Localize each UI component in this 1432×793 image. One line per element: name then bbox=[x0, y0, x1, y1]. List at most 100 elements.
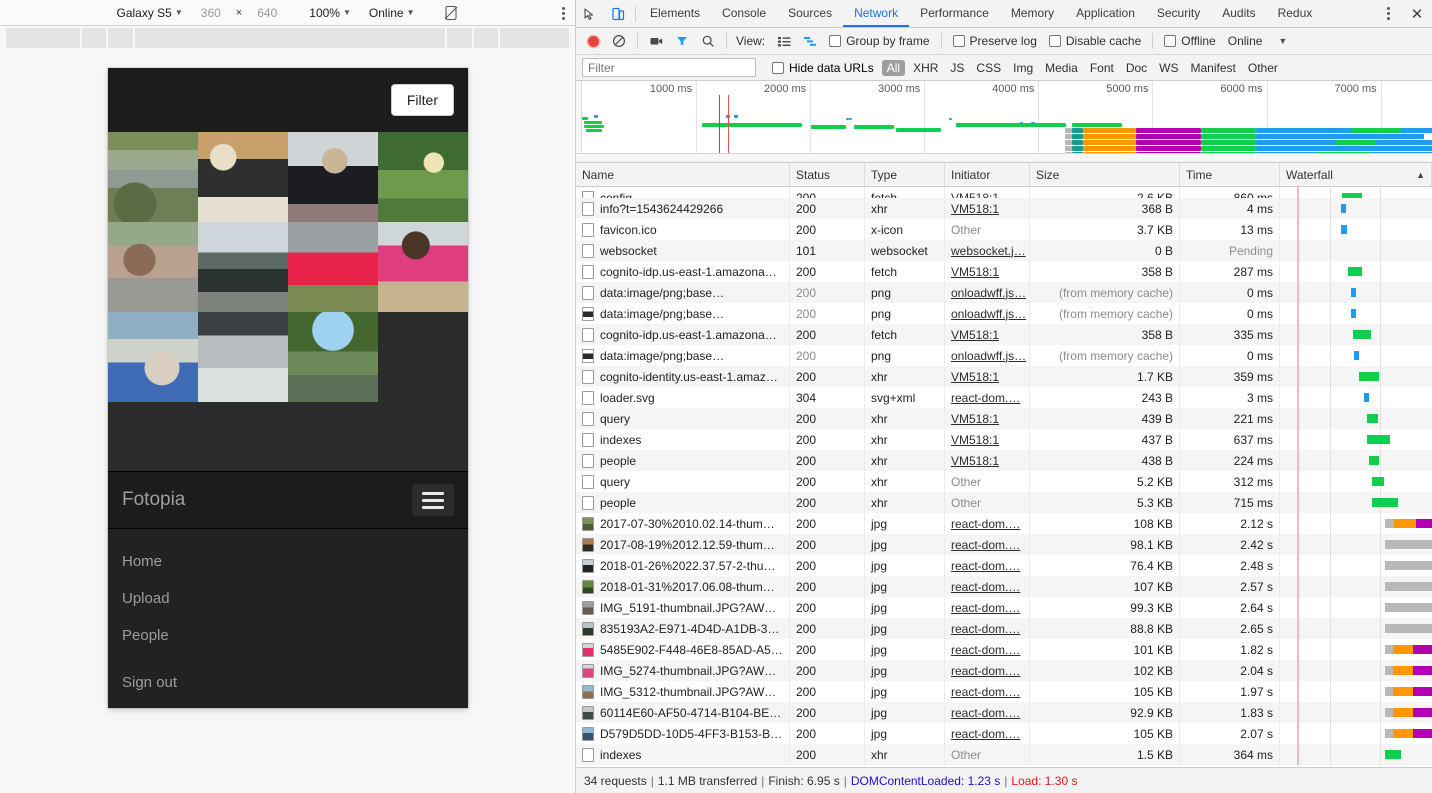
table-row[interactable]: query200xhrVM518:1439 B221 ms bbox=[576, 408, 1432, 429]
initiator-link[interactable]: react-dom.… bbox=[951, 727, 1020, 741]
nav-link-home[interactable]: Home bbox=[108, 543, 468, 580]
filter-type-js[interactable]: JS bbox=[944, 61, 970, 75]
disable-cache-checkbox[interactable]: Disable cache bbox=[1043, 34, 1147, 48]
waterfall-bar[interactable] bbox=[1359, 372, 1379, 381]
initiator-link[interactable]: VM518:1 bbox=[951, 454, 999, 468]
initiator-link[interactable]: react-dom.… bbox=[951, 643, 1020, 657]
zoom-selector[interactable]: 100% ▼ bbox=[300, 6, 360, 20]
emulated-viewport[interactable]: Filter Fotopia bbox=[108, 68, 468, 708]
tab-network[interactable]: Network bbox=[843, 0, 909, 27]
table-row[interactable]: indexes200xhrVM518:1437 B637 ms bbox=[576, 429, 1432, 450]
table-row[interactable]: loader.svg304svg+xmlreact-dom.…243 B3 ms bbox=[576, 387, 1432, 408]
filter-type-media[interactable]: Media bbox=[1039, 61, 1084, 75]
table-row[interactable]: cognito-idp.us-east-1.amazona…200fetchVM… bbox=[576, 324, 1432, 345]
table-row[interactable]: cognito-idp.us-east-1.amazona…200fetchVM… bbox=[576, 261, 1432, 282]
photo-thumbnail[interactable] bbox=[288, 132, 378, 222]
waterfall-bar[interactable] bbox=[1351, 309, 1356, 318]
inspect-element-icon[interactable] bbox=[576, 0, 604, 27]
table-row[interactable]: config200fetchVM518:12.6 KB860 ms bbox=[576, 187, 1432, 198]
initiator-link[interactable]: onloadwff.js… bbox=[951, 349, 1026, 363]
filter-type-css[interactable]: CSS bbox=[970, 61, 1007, 75]
group-by-frame-checkbox[interactable]: Group by frame bbox=[823, 34, 935, 48]
photo-thumbnail[interactable] bbox=[378, 132, 468, 222]
waterfall-bar[interactable] bbox=[1385, 666, 1432, 675]
initiator-link[interactable]: VM518:1 bbox=[951, 412, 999, 426]
waterfall-bar[interactable] bbox=[1385, 645, 1432, 654]
waterfall-bar[interactable] bbox=[1353, 330, 1371, 339]
photo-thumbnail[interactable] bbox=[288, 222, 378, 312]
initiator-link[interactable]: react-dom.… bbox=[951, 517, 1020, 531]
column-header-size[interactable]: Size bbox=[1030, 163, 1180, 186]
table-row[interactable]: 2018-01-26%2022.37.57-2-thu…200jpgreact-… bbox=[576, 555, 1432, 576]
waterfall-bar[interactable] bbox=[1367, 414, 1377, 423]
table-row[interactable]: indexes200xhrOther1.5 KB364 ms bbox=[576, 744, 1432, 765]
initiator-link[interactable]: react-dom.… bbox=[951, 601, 1020, 615]
waterfall-bar[interactable] bbox=[1385, 603, 1432, 612]
table-row[interactable]: people200xhrOther5.3 KB715 ms bbox=[576, 492, 1432, 513]
view-list-button[interactable] bbox=[771, 28, 797, 54]
initiator-link[interactable]: react-dom.… bbox=[951, 622, 1020, 636]
offline-checkbox[interactable]: Offline bbox=[1158, 34, 1221, 48]
waterfall-bar[interactable] bbox=[1385, 540, 1432, 549]
tab-redux[interactable]: Redux bbox=[1267, 0, 1324, 27]
tab-sources[interactable]: Sources bbox=[777, 0, 843, 27]
table-row[interactable]: query200xhrOther5.2 KB312 ms bbox=[576, 471, 1432, 492]
table-row[interactable]: data:image/png;base…200pngonloadwff.js…(… bbox=[576, 345, 1432, 366]
table-row[interactable]: 60114E60-AF50-4714-B104-BE…200jpgreact-d… bbox=[576, 702, 1432, 723]
hamburger-menu-icon[interactable] bbox=[412, 484, 454, 516]
preserve-log-checkbox[interactable]: Preserve log bbox=[947, 34, 1043, 48]
waterfall-bar[interactable] bbox=[1367, 435, 1389, 444]
table-row[interactable]: data:image/png;base…200pngonloadwff.js…(… bbox=[576, 303, 1432, 324]
throttling-preset[interactable]: Online bbox=[1222, 34, 1269, 48]
waterfall-bar[interactable] bbox=[1341, 204, 1346, 213]
initiator-link[interactable]: react-dom.… bbox=[951, 706, 1020, 720]
waterfall-bar[interactable] bbox=[1372, 498, 1399, 507]
table-row[interactable]: websocket101websocketwebsocket.j…0 BPend… bbox=[576, 240, 1432, 261]
initiator-link[interactable]: react-dom.… bbox=[951, 685, 1020, 699]
record-button[interactable] bbox=[580, 28, 606, 54]
filter-type-manifest[interactable]: Manifest bbox=[1185, 61, 1242, 75]
photo-thumbnail[interactable] bbox=[198, 132, 288, 222]
waterfall-bar[interactable] bbox=[1372, 477, 1384, 486]
initiator-link[interactable]: react-dom.… bbox=[951, 559, 1020, 573]
search-button[interactable] bbox=[695, 28, 721, 54]
initiator-link[interactable]: react-dom.… bbox=[951, 391, 1020, 405]
photo-thumbnail[interactable] bbox=[108, 132, 198, 222]
waterfall-bar[interactable] bbox=[1385, 750, 1401, 759]
waterfall-bar[interactable] bbox=[1385, 519, 1432, 528]
column-header-name[interactable]: Name bbox=[576, 163, 790, 186]
waterfall-bar[interactable] bbox=[1369, 456, 1379, 465]
table-row[interactable]: 835193A2-E971-4D4D-A1DB-3…200jpgreact-do… bbox=[576, 618, 1432, 639]
view-waterfall-button[interactable] bbox=[797, 28, 823, 54]
table-row[interactable]: 2017-08-19%2012.12.59-thum…200jpgreact-d… bbox=[576, 534, 1432, 555]
tab-security[interactable]: Security bbox=[1146, 0, 1211, 27]
clear-network-log-button[interactable] bbox=[606, 28, 632, 54]
initiator-link[interactable]: VM518:1 bbox=[951, 433, 999, 447]
capture-screenshots-button[interactable] bbox=[643, 28, 669, 54]
rotate-device-button[interactable] bbox=[434, 5, 468, 21]
chevron-down-icon[interactable]: ▼ bbox=[1268, 36, 1297, 46]
photo-thumbnail[interactable] bbox=[108, 312, 198, 402]
initiator-link[interactable]: react-dom.… bbox=[951, 580, 1020, 594]
filter-type-img[interactable]: Img bbox=[1007, 61, 1039, 75]
photo-thumbnail[interactable] bbox=[198, 312, 288, 402]
nav-link-upload[interactable]: Upload bbox=[108, 580, 468, 617]
nav-link-sign-out[interactable]: Sign out bbox=[108, 664, 468, 701]
waterfall-bar[interactable] bbox=[1385, 708, 1432, 717]
tab-performance[interactable]: Performance bbox=[909, 0, 1000, 27]
table-row[interactable]: D579D5DD-10D5-4FF3-B153-B…200jpgreact-do… bbox=[576, 723, 1432, 744]
column-header-type[interactable]: Type bbox=[865, 163, 945, 186]
photo-thumbnail[interactable] bbox=[198, 222, 288, 312]
waterfall-bar[interactable] bbox=[1385, 729, 1432, 738]
photo-thumbnail[interactable] bbox=[378, 222, 468, 312]
table-row[interactable]: info?t=1543624429266200xhrVM518:1368 B4 … bbox=[576, 198, 1432, 219]
toggle-device-toolbar-icon[interactable] bbox=[604, 0, 632, 27]
tab-application[interactable]: Application bbox=[1065, 0, 1146, 27]
filter-type-doc[interactable]: Doc bbox=[1120, 61, 1153, 75]
tab-audits[interactable]: Audits bbox=[1211, 0, 1266, 27]
waterfall-bar[interactable] bbox=[1385, 582, 1432, 591]
nav-link-people[interactable]: People bbox=[108, 617, 468, 654]
tab-elements[interactable]: Elements bbox=[639, 0, 711, 27]
network-throttling-selector[interactable]: Online ▼ bbox=[360, 6, 424, 20]
table-row[interactable]: IMG_5312-thumbnail.JPG?AW…200jpgreact-do… bbox=[576, 681, 1432, 702]
